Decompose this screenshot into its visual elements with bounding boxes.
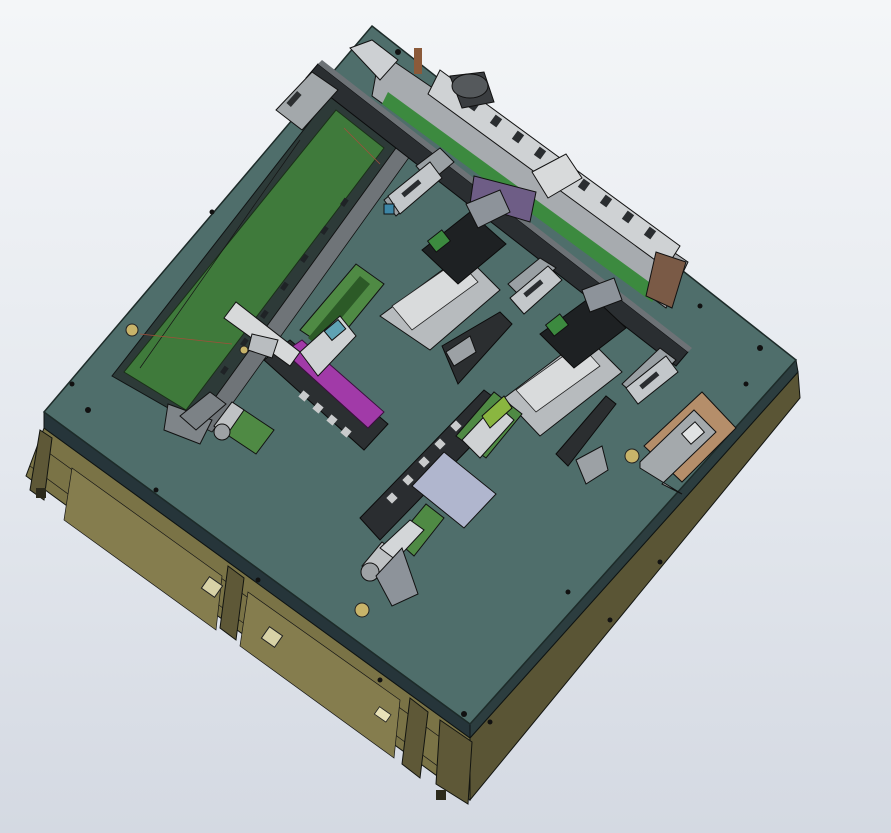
brass-fitting <box>354 602 370 618</box>
sensor-knob[interactable] <box>125 323 139 337</box>
brass-fitting <box>624 448 640 464</box>
coupling <box>414 48 422 74</box>
brass-fitting <box>239 345 249 355</box>
cad-model-view[interactable] <box>0 0 891 833</box>
cad-viewport[interactable] <box>0 0 891 833</box>
cabinet-foot <box>36 488 46 498</box>
cabinet-foot <box>436 790 446 800</box>
